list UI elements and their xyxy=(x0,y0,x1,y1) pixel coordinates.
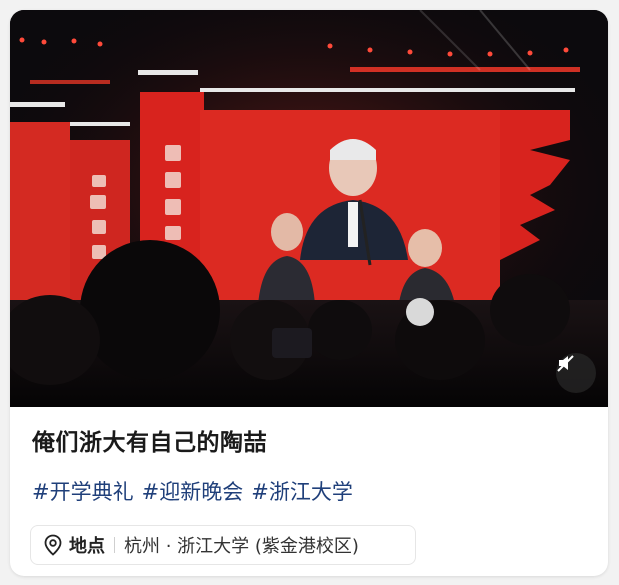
post-photo[interactable] xyxy=(10,10,608,407)
location-divider xyxy=(114,537,115,553)
post-card[interactable]: 俺们浙大有自己的陶喆 #开学典礼 #迎新晚会 #浙江大学 地点 杭州 · 浙江大学 … xyxy=(10,10,608,576)
location-pin-icon xyxy=(44,534,62,556)
location-label: 地点 xyxy=(69,536,105,557)
speaker-muted-icon xyxy=(557,355,574,372)
location-tag[interactable]: 地点 杭州 · 浙江大学 (紫金港校区) xyxy=(30,525,416,565)
hashtag-link[interactable]: #浙江大学 xyxy=(251,480,353,504)
sound-toggle-button[interactable] xyxy=(556,353,596,393)
post-title: 俺们浙大有自己的陶喆 xyxy=(32,430,267,456)
hashtag-link[interactable]: #迎新晚会 xyxy=(142,480,244,504)
concert-stage-illustration xyxy=(10,10,608,407)
location-value: 杭州 · 浙江大学 (紫金港校区) xyxy=(124,536,359,557)
hashtag-link[interactable]: #开学典礼 xyxy=(32,480,134,504)
post-tags: #开学典礼 #迎新晚会 #浙江大学 xyxy=(32,476,592,506)
